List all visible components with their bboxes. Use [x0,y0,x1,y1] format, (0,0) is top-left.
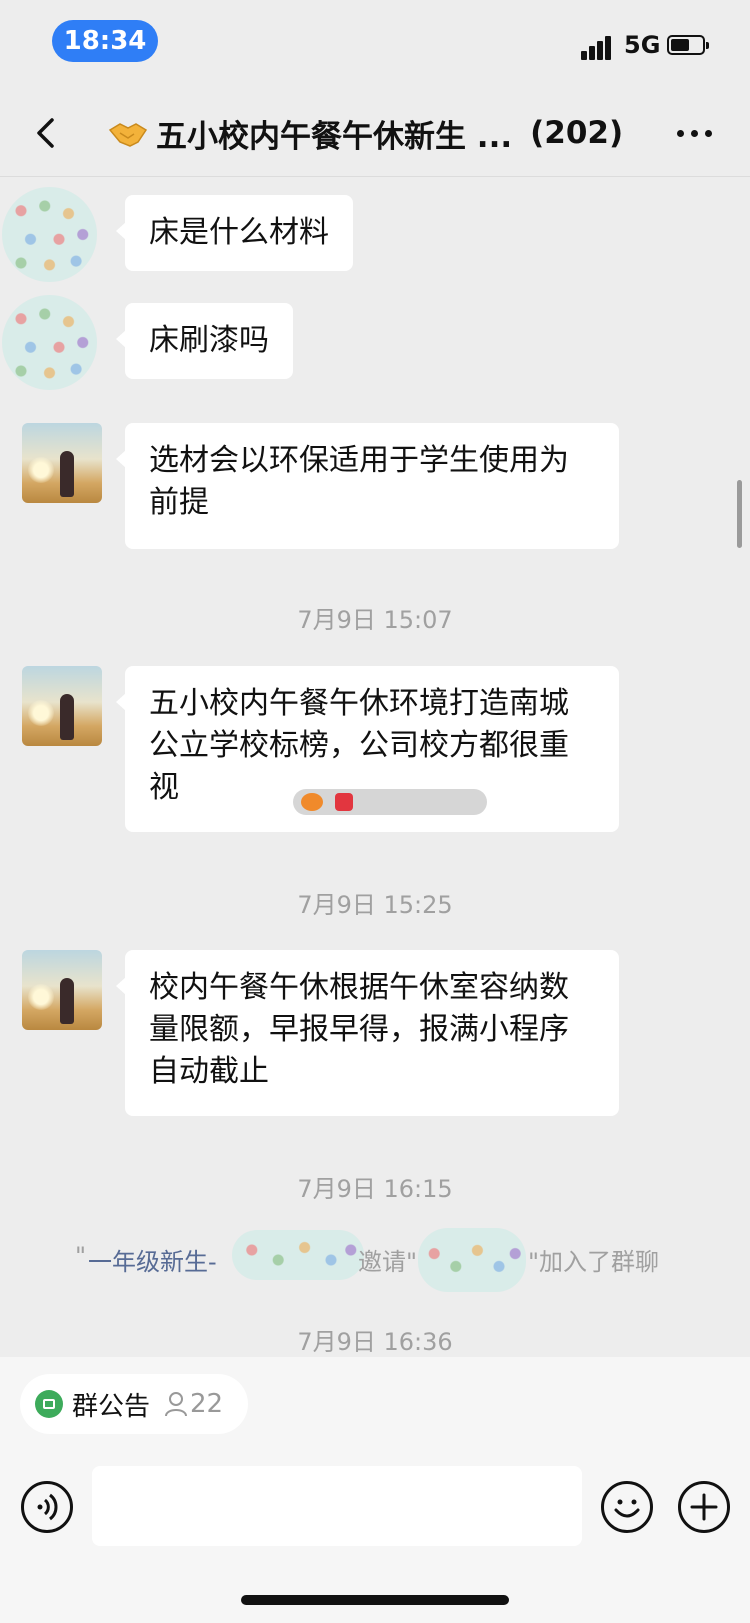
message-bubble[interactable]: 校内午餐午休根据午休室容纳数量限额，早报早得，报满小程序自动截止 [116,950,619,1116]
emoji-button[interactable] [601,1481,653,1533]
watermark: ​ [293,789,487,815]
network-type: 5G [624,31,661,59]
status-bar: 18:34 5G [0,0,750,90]
system-invite-text: 邀请" [358,1248,418,1276]
watermark-logo-icon [301,793,323,811]
group-member-count: (202) [530,115,624,151]
avatar[interactable] [2,187,97,282]
inviter-name[interactable]: 一年级新生- [88,1242,217,1277]
group-notice-button[interactable]: 群公告 22 [20,1374,248,1434]
timestamp: 7月9日 15:25 [297,891,453,919]
avatar[interactable] [22,950,102,1030]
chat-header: 五小校内午餐午休新生 ... (202) [0,90,750,177]
scrollbar[interactable] [737,480,742,548]
message-bubble[interactable]: 床是什么材料 [116,195,353,271]
signal-icon [581,34,613,60]
group-name: 五小校内午餐午休新生 ... [156,118,513,155]
plus-icon [690,1493,718,1521]
battery-icon [667,35,709,55]
home-indicator[interactable] [241,1595,509,1605]
avatar[interactable] [22,666,102,746]
group-title: 五小校内午餐午休新生 ... (202) [108,110,628,156]
person-icon [165,1392,188,1417]
more-functions-button[interactable] [678,1481,730,1533]
timestamp: 7月9日 15:07 [297,606,453,634]
more-icon[interactable] [677,130,713,140]
timestamp: 7月9日 16:36 [297,1328,453,1356]
message-bubble[interactable]: 床刷漆吗 [116,303,293,379]
watermark-logo-icon [335,793,353,811]
message-input[interactable] [92,1466,582,1546]
system-message: " 一年级新生- 邀请" "加入了群聊 [0,1228,750,1292]
notice-label: 群公告 [72,1391,151,1422]
redacted-name [418,1228,526,1292]
bottom-panel: 群公告 22 [0,1357,750,1623]
system-quote: " [75,1242,87,1270]
avatar[interactable] [22,423,102,503]
emoji-icon [614,1499,640,1518]
redacted-name [232,1230,364,1280]
timestamp: 7月9日 16:15 [297,1175,453,1203]
notice-icon [35,1390,63,1418]
back-icon[interactable] [30,114,64,152]
avatar[interactable] [2,295,97,390]
voice-icon [37,1493,58,1521]
handshake-icon [108,123,148,147]
notice-count: 22 [190,1389,224,1419]
voice-button[interactable] [21,1481,73,1533]
status-time[interactable]: 18:34 [52,20,158,62]
system-joined-text: "加入了群聊 [528,1248,660,1276]
message-bubble[interactable]: 选材会以环保适用于学生使用为前提 [116,423,619,549]
input-bar [0,1458,750,1568]
